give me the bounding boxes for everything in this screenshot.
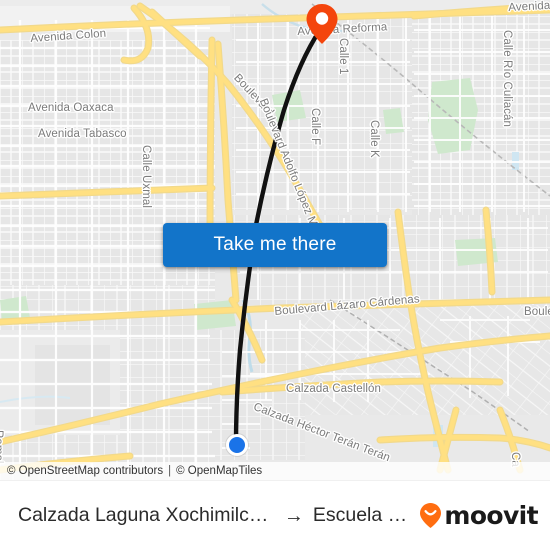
take-me-there-button[interactable]: Take me there bbox=[163, 223, 387, 267]
trip-origin-label: Calzada Laguna Xochimilco / Boule... bbox=[18, 504, 275, 526]
trip-destination-label: Escuela De E... bbox=[312, 504, 420, 526]
moovit-pin-smile-icon bbox=[419, 502, 442, 529]
map-pin-icon[interactable] bbox=[305, 2, 339, 46]
moovit-wordmark: moovit bbox=[444, 501, 538, 530]
map-attribution: © OpenStreetMap contributors | © OpenMap… bbox=[0, 462, 550, 480]
moovit-map-screen: Avenida Colon Avenida Oaxaca Avenida Tabas… bbox=[0, 0, 550, 550]
map-canvas[interactable]: Avenida Colon Avenida Oaxaca Avenida Tabas… bbox=[0, 0, 550, 480]
arrow-right-icon: → bbox=[283, 504, 304, 527]
attribution-separator: | bbox=[168, 465, 172, 477]
current-location-dot-icon[interactable] bbox=[226, 434, 248, 456]
trip-summary-bar: Calzada Laguna Xochimilco / Boule... → E… bbox=[0, 480, 550, 550]
take-me-there-label: Take me there bbox=[213, 234, 337, 255]
osm-attribution-link[interactable]: © OpenStreetMap contributors bbox=[7, 465, 163, 477]
moovit-logo[interactable]: moovit bbox=[419, 501, 539, 530]
openmaptiles-attribution-link[interactable]: © OpenMapTiles bbox=[176, 465, 262, 477]
